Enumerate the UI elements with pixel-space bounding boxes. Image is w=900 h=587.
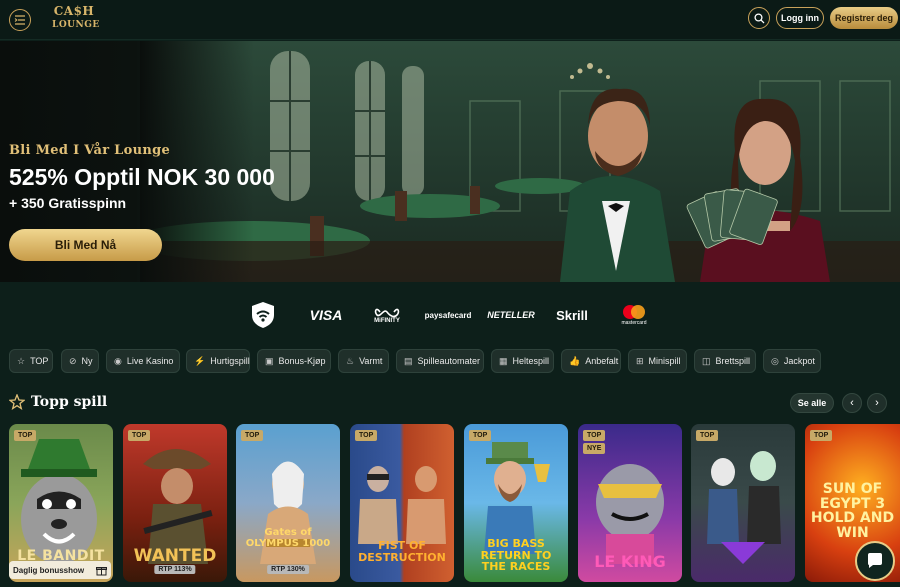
gift-icon xyxy=(96,566,107,575)
game-title: SUN OF EGYPT 3 HOLD AND WIN xyxy=(810,481,895,542)
game-badge-top: TOP xyxy=(241,430,264,441)
category-jackpot[interactable]: ◎ Jackpot xyxy=(763,349,821,373)
category-new[interactable]: ⊘ Ny xyxy=(61,349,99,373)
gift-icon: ▣ xyxy=(265,355,274,366)
hero-title: 525% Opptil NOK 30 000 xyxy=(9,164,275,190)
category-recommended[interactable]: 👍 Anbefalt xyxy=(561,349,621,373)
category-board-games[interactable]: ◫ Brettspill xyxy=(694,349,756,373)
register-button[interactable]: Registrer deg xyxy=(830,7,898,29)
see-all-button[interactable]: Se alle xyxy=(790,393,834,413)
logo-line-2: LOUNGE xyxy=(52,20,100,30)
skrill-logo: Skrill xyxy=(556,307,588,323)
logo-line-1: CA$H xyxy=(53,4,95,18)
category-hero-games[interactable]: ▦ Heltespill xyxy=(491,349,554,373)
next-arrow-button[interactable]: › xyxy=(867,393,887,413)
top-header: CA$H LOUNGE Logg inn Registrer deg xyxy=(0,0,900,40)
category-hot[interactable]: ♨ Varmt xyxy=(338,349,389,373)
flame-icon: ♨ xyxy=(346,355,355,366)
search-button[interactable] xyxy=(748,7,770,29)
game-tile-fist-of-destruction[interactable]: TOP FIST OF DESTRUCTION xyxy=(350,424,454,582)
category-mini-games[interactable]: ⊞ Minispill xyxy=(628,349,687,373)
hero-casino-room-image xyxy=(140,41,900,282)
rtp-badge: RTP 113% xyxy=(154,565,196,574)
game-title: LE KING xyxy=(594,552,666,571)
category-bonus-buy[interactable]: ▣ Bonus-Kjøp xyxy=(257,349,331,373)
live-chat-button[interactable] xyxy=(855,541,895,581)
prev-arrow-button[interactable]: ‹ xyxy=(842,393,862,413)
neteller-logo: NETELLER xyxy=(487,310,535,320)
game-badge-top: TOP xyxy=(583,430,606,441)
star-icon: ☆ xyxy=(17,355,26,366)
category-quick-games[interactable]: ⚡ Hurtigspill xyxy=(186,349,250,373)
site-logo[interactable]: CA$H LOUNGE xyxy=(52,4,100,34)
chevron-right-icon: › xyxy=(875,397,879,409)
bolt-icon: ⚡ xyxy=(194,355,206,366)
mifinity-label: MiFINITY xyxy=(374,318,400,324)
top-games-heading: Topp spill xyxy=(9,394,107,410)
olympus-art xyxy=(260,461,316,564)
hero-banner[interactable]: Bli Med I Vår Lounge 525% Opptil NOK 30 … xyxy=(0,41,900,282)
game-tile-le-king[interactable]: TOP NYE LE KING xyxy=(578,424,682,582)
game-title: WANTED xyxy=(133,546,217,566)
game-tile-le-bandit[interactable]: TOP LE BANDIT xyxy=(9,424,113,582)
category-slots[interactable]: ▤ Spilleautomater xyxy=(396,349,484,373)
menu-toggle-button[interactable] xyxy=(9,9,31,31)
chevron-left-icon: ‹ xyxy=(850,397,854,409)
game-badge-top: TOP xyxy=(810,430,833,441)
game-tile-gates-of-olympus[interactable]: TOP Gates of OLYMPUS 1000 RTP 130% xyxy=(236,424,340,582)
jackpot-icon: ◎ xyxy=(771,355,779,366)
game-badge-top: TOP xyxy=(14,430,37,441)
rtp-badge: RTP 130% xyxy=(267,565,309,574)
menu-icon xyxy=(14,15,25,25)
skeleton-game-art xyxy=(707,451,781,564)
hero-icon: ▦ xyxy=(499,355,508,366)
chat-bubble-icon xyxy=(868,553,882,568)
category-live-casino[interactable]: ◉ Live Kasino xyxy=(106,349,180,373)
mifinity-logo: MiFINITY xyxy=(370,300,404,330)
mastercard-logo: mastercard xyxy=(618,300,650,330)
game-badge-new: NYE xyxy=(583,443,606,454)
mifinity-icon xyxy=(374,308,400,318)
mastercard-icon xyxy=(623,305,645,319)
hero-eyebrow: Bli Med I Vår Lounge xyxy=(9,143,171,158)
slot-icon: ▤ xyxy=(404,355,413,366)
security-shield-icon xyxy=(250,300,276,330)
hero-subtitle: + 350 Gratisspinn xyxy=(9,195,127,211)
category-top[interactable]: ☆ TOP xyxy=(9,349,53,373)
bonus-show-label: Daglig bonusshow xyxy=(13,565,85,575)
game-tile-skeleton-slot[interactable]: TOP xyxy=(691,424,795,582)
mastercard-label: mastercard xyxy=(621,320,647,326)
game-badge-top: TOP xyxy=(696,430,719,441)
game-badge-top: TOP xyxy=(128,430,151,441)
login-button[interactable]: Logg inn xyxy=(776,7,824,29)
star-outline-icon xyxy=(9,394,25,410)
paysafecard-logo: paysafecard xyxy=(424,310,472,320)
section-title: Topp spill xyxy=(31,394,108,410)
game-title: BIG BASS RETURN TO THE RACES xyxy=(480,537,552,574)
join-now-button[interactable]: Bli Med Nå xyxy=(9,229,162,261)
game-badge-top: TOP xyxy=(355,430,378,441)
cards-icon: ◫ xyxy=(702,355,711,366)
new-icon: ⊘ xyxy=(69,355,77,366)
live-icon: ◉ xyxy=(114,355,122,366)
game-title: FIST OF DESTRUCTION xyxy=(358,539,446,564)
thumbs-up-icon: 👍 xyxy=(569,355,581,366)
game-badge-top: TOP xyxy=(469,430,492,441)
mini-icon: ⊞ xyxy=(636,355,644,366)
search-icon xyxy=(753,12,764,23)
daily-bonus-show-banner[interactable]: Daglig bonusshow xyxy=(9,561,111,579)
game-tile-wanted[interactable]: TOP WANTED RTP 113% xyxy=(123,424,227,582)
game-title: Gates of OLYMPUS 1000 xyxy=(245,527,331,549)
game-tile-big-bass[interactable]: TOP BIG BASS RETURN TO THE RACES xyxy=(464,424,568,582)
visa-logo: VISA xyxy=(309,307,343,323)
